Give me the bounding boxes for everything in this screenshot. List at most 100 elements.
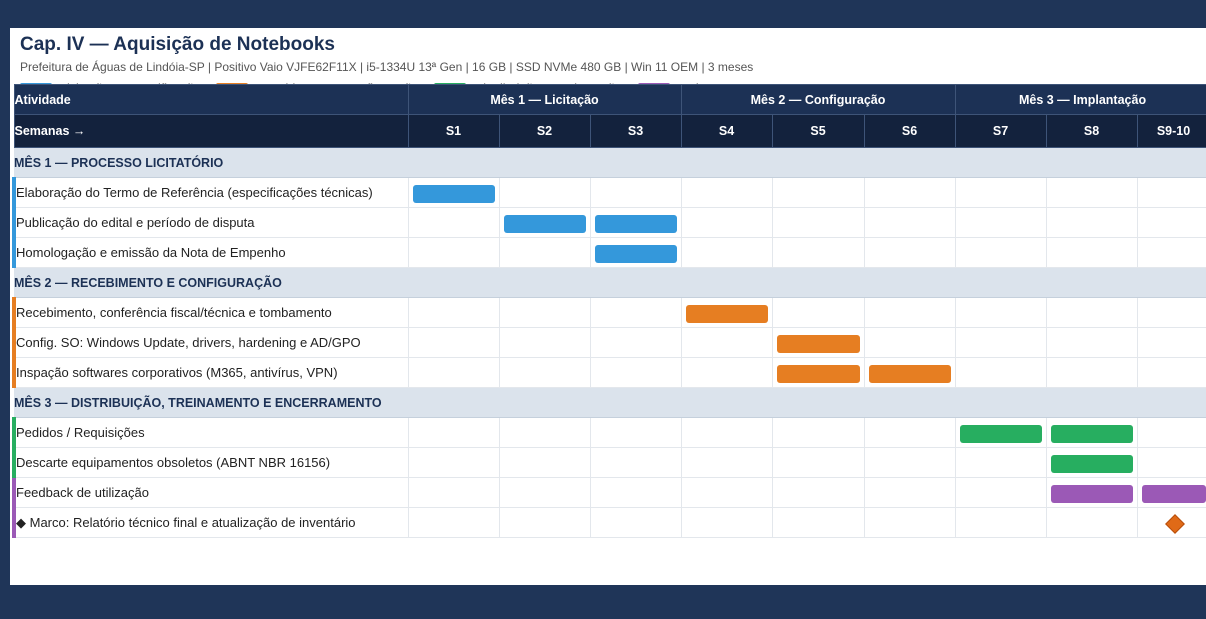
week-cell: [590, 207, 682, 238]
task-bar[interactable]: [1050, 425, 1133, 443]
week-cell: [499, 417, 591, 448]
week-cell: [772, 327, 865, 358]
task-bar[interactable]: [1050, 455, 1133, 473]
week-cell: [681, 507, 773, 538]
week-header-row: Semanas → S1 S2 S3 S4 S5 S6 S7 S8 S9-10: [13, 114, 1206, 148]
milestone-icon[interactable]: [1164, 513, 1185, 534]
page-subtitle: Prefeitura de Águas de Lindóia-SP | Posi…: [20, 60, 754, 74]
task-name: Inspação softwares corporativos (M365, a…: [12, 357, 409, 388]
week-cell: [408, 507, 500, 538]
week-cell: [955, 177, 1047, 208]
week-cell: [590, 327, 682, 358]
week-cell: [864, 477, 956, 508]
month-header: Mês 2 — Configuração: [680, 84, 956, 115]
week-cell: [681, 237, 773, 268]
month-header: Mês 3 — Implantação: [954, 84, 1206, 115]
week-cell: [681, 297, 773, 328]
week-cell: [681, 417, 773, 448]
week-cell: [772, 507, 865, 538]
month-header-row: Atividade Mês 1 — Licitação Mês 2 — Confi…: [13, 84, 1206, 115]
week-header: S9-10: [1136, 114, 1206, 148]
week-header: S1: [407, 114, 500, 148]
week-cell: [772, 207, 865, 238]
task-name: Recebimento, conferência fiscal/técnica …: [12, 297, 409, 328]
task-bar[interactable]: [503, 215, 586, 233]
week-cell: [681, 357, 773, 388]
week-header: S3: [589, 114, 682, 148]
week-cell: [408, 417, 500, 448]
week-cell: [590, 477, 682, 508]
week-cell: [864, 237, 956, 268]
week-cell: [499, 447, 591, 478]
week-cell: [681, 207, 773, 238]
week-cell: [1137, 327, 1206, 358]
task-bar[interactable]: [776, 365, 860, 383]
week-cell: [955, 327, 1047, 358]
week-cell: [864, 357, 956, 388]
week-cell: [1046, 417, 1138, 448]
week-header: S6: [863, 114, 956, 148]
week-cell: [1046, 297, 1138, 328]
task-row: Config. SO: Windows Update, drivers, har…: [12, 327, 1206, 358]
week-cell: [955, 237, 1047, 268]
section-label: MÊS 1 — PROCESSO LICITATÓRIO: [14, 147, 1206, 178]
week-cell: [772, 237, 865, 268]
task-row: Elaboração do Termo de Referência (espec…: [12, 177, 1206, 208]
week-header: S7: [954, 114, 1047, 148]
task-bar[interactable]: [1141, 485, 1206, 503]
task-row: Inspação softwares corporativos (M365, a…: [12, 357, 1206, 388]
task-row: Recebimento, conferência fiscal/técnica …: [12, 297, 1206, 328]
week-cell: [499, 507, 591, 538]
week-cell: [864, 417, 956, 448]
weeks-header: Semanas →: [13, 114, 409, 148]
task-bar[interactable]: [685, 305, 768, 323]
section-row: MÊS 3 — DISTRIBUIÇÃO, TREINAMENTO E ENCE…: [14, 387, 1206, 418]
week-cell: [408, 477, 500, 508]
week-cell: [408, 177, 500, 208]
week-cell: [499, 297, 591, 328]
week-cell: [681, 477, 773, 508]
task-bar[interactable]: [594, 245, 677, 263]
task-bar[interactable]: [412, 185, 495, 203]
week-cell: [499, 477, 591, 508]
task-bar[interactable]: [959, 425, 1042, 443]
week-cell: [772, 297, 865, 328]
week-cell: [1046, 237, 1138, 268]
week-cell: [772, 357, 865, 388]
task-name: Config. SO: Windows Update, drivers, har…: [12, 327, 409, 358]
week-cell: [1046, 507, 1138, 538]
week-cell: [955, 507, 1047, 538]
task-bar[interactable]: [868, 365, 951, 383]
week-header: S8: [1045, 114, 1138, 148]
task-name: Feedback de utilização: [12, 477, 409, 508]
task-bar[interactable]: [1050, 485, 1133, 503]
week-cell: [955, 297, 1047, 328]
week-cell: [499, 327, 591, 358]
task-row: Publicação do edital e período de disput…: [12, 207, 1206, 238]
task-name: ◆ Marco: Relatório técnico final e atual…: [12, 507, 409, 538]
week-cell: [1137, 447, 1206, 478]
week-header: S4: [680, 114, 773, 148]
week-cell: [1046, 327, 1138, 358]
week-cell: [955, 447, 1047, 478]
week-header: S2: [498, 114, 591, 148]
task-bar[interactable]: [594, 215, 677, 233]
week-cell: [1137, 297, 1206, 328]
task-row: Feedback de utilização: [12, 477, 1206, 508]
week-cell: [864, 207, 956, 238]
week-cell: [1046, 477, 1138, 508]
week-cell: [408, 357, 500, 388]
week-cell: [590, 177, 682, 208]
week-cell: [590, 297, 682, 328]
week-cell: [1137, 357, 1206, 388]
week-cell: [408, 237, 500, 268]
task-bar[interactable]: [776, 335, 860, 353]
week-cell: [1046, 447, 1138, 478]
week-cell: [955, 207, 1047, 238]
activity-header: Atividade: [13, 84, 409, 115]
section-label: MÊS 3 — DISTRIBUIÇÃO, TREINAMENTO E ENCE…: [14, 387, 1206, 418]
week-cell: [772, 447, 865, 478]
month-header: Mês 1 — Licitação: [407, 84, 682, 115]
week-cell: [955, 417, 1047, 448]
week-cell: [1046, 177, 1138, 208]
